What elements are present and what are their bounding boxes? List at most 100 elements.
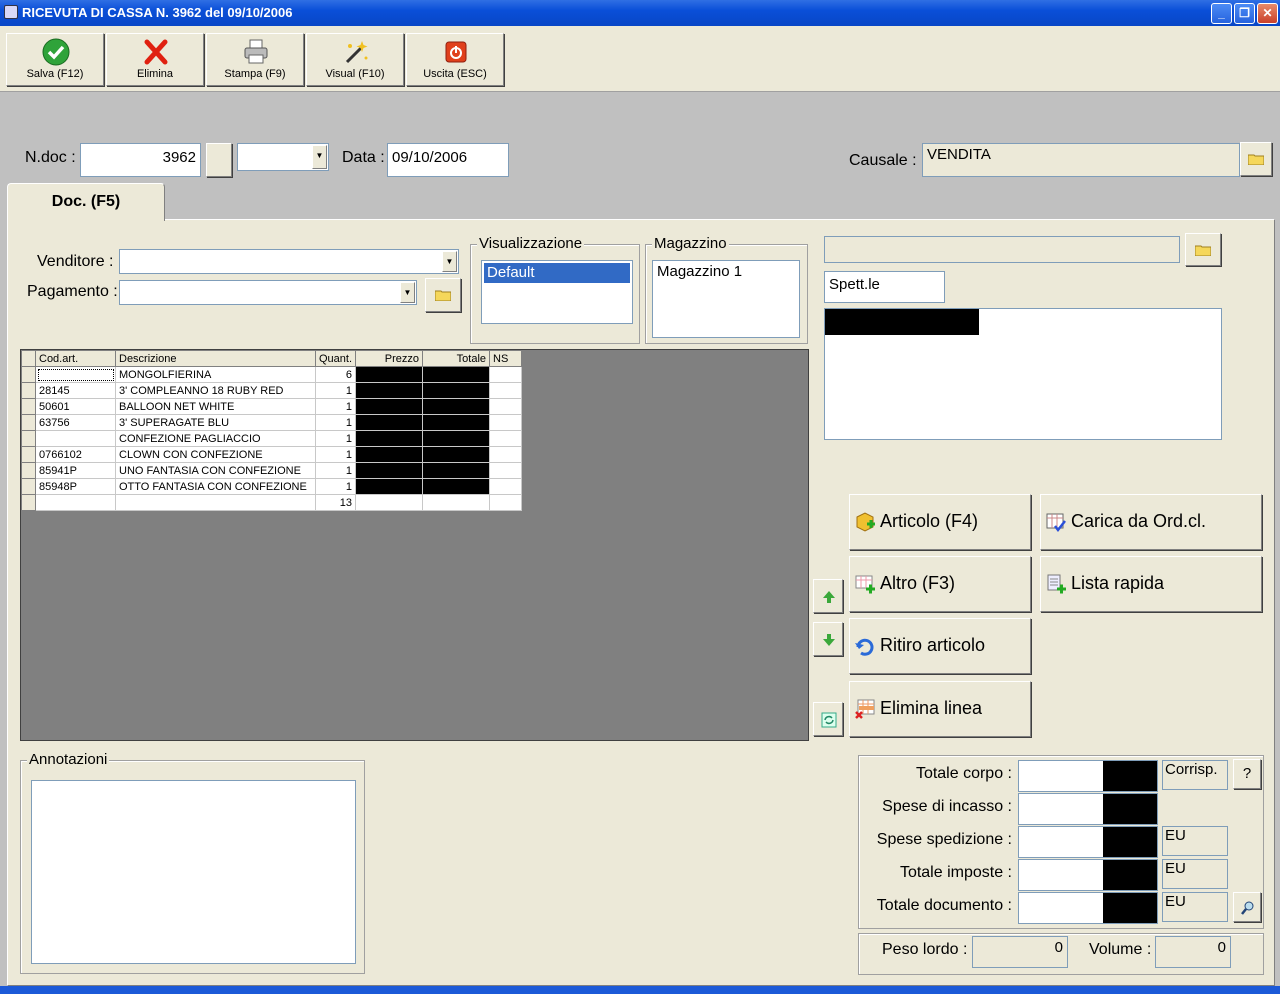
view-button[interactable]: Visual (F10) [306, 33, 404, 86]
ritiro-articolo-button[interactable]: Ritiro articolo [849, 618, 1031, 674]
chevron-down-icon[interactable]: ▼ [442, 251, 457, 272]
cell-ns[interactable] [489, 382, 523, 399]
move-up-button[interactable] [813, 579, 843, 613]
visualizzazione-list[interactable]: Default [481, 260, 633, 324]
cell-description[interactable]: BALLOON NET WHITE [115, 398, 316, 415]
cell-quantity[interactable]: 1 [314, 398, 357, 415]
cell-code[interactable]: 85948P [35, 478, 116, 495]
customer-address-field[interactable] [824, 308, 1222, 440]
date-field[interactable]: 09/10/2006 [387, 143, 509, 177]
help-button[interactable]: ? [1233, 759, 1261, 789]
cell-description[interactable]: CLOWN CON CONFEZIONE [115, 446, 316, 463]
cell-code[interactable]: 0766102 [35, 446, 116, 463]
articolo-button[interactable]: Articolo (F4) [849, 494, 1031, 550]
currency-field-3[interactable]: EU [1162, 892, 1228, 922]
lista-rapida-button[interactable]: Lista rapida [1040, 556, 1262, 612]
cell-description[interactable]: OTTO FANTASIA CON CONFEZIONE [115, 478, 316, 495]
move-down-button[interactable] [813, 622, 843, 656]
volume-field[interactable]: 0 [1155, 936, 1231, 968]
venditore-select[interactable]: ▼ [119, 249, 459, 274]
cell-code[interactable]: 50601 [35, 398, 116, 415]
table-row[interactable]: 0766102 CLOWN CON CONFEZIONE 1 [21, 446, 523, 463]
altro-button[interactable]: Altro (F3) [849, 556, 1031, 612]
col-ns[interactable]: NS [489, 350, 523, 367]
cell-ns[interactable] [489, 478, 523, 495]
row-indicator[interactable] [21, 382, 36, 399]
table-row[interactable]: 85948P OTTO FANTASIA CON CONFEZIONE 1 [21, 478, 523, 495]
row-indicator[interactable] [21, 366, 36, 383]
chevron-down-icon[interactable]: ▼ [312, 145, 327, 169]
totale-imposte-field[interactable] [1018, 859, 1158, 891]
chevron-down-icon[interactable]: ▼ [400, 282, 415, 303]
col-cod-art[interactable]: Cod.art. [35, 350, 116, 367]
minimize-button[interactable]: _ [1211, 3, 1232, 24]
restore-button[interactable]: ❐ [1234, 3, 1255, 24]
customer-code-field[interactable] [824, 236, 1180, 263]
cell-description[interactable]: 3' SUPERAGATE BLU [115, 414, 316, 431]
tab-doc[interactable]: Doc. (F5) [7, 183, 165, 221]
currency-field-1[interactable]: EU [1162, 826, 1228, 856]
table-row[interactable]: 63756 3' SUPERAGATE BLU 1 [21, 414, 523, 431]
causale-folder-button[interactable] [1240, 142, 1272, 176]
cell-code[interactable]: 85941P [35, 462, 116, 479]
cell-quantity[interactable]: 1 [314, 462, 357, 479]
pagamento-folder-button[interactable] [425, 278, 461, 312]
table-row[interactable]: 50601 BALLOON NET WHITE 1 [21, 398, 523, 415]
cell-code[interactable] [35, 366, 116, 383]
print-button[interactable]: Stampa (F9) [206, 33, 304, 86]
causale-field[interactable]: VENDITA [922, 143, 1240, 177]
refresh-button[interactable] [813, 702, 843, 736]
cell-quantity[interactable]: 1 [314, 478, 357, 495]
row-indicator[interactable] [21, 414, 36, 431]
row-indicator[interactable] [21, 398, 36, 415]
annotazioni-textarea[interactable] [31, 780, 356, 964]
exit-button[interactable]: Uscita (ESC) [406, 33, 504, 86]
col-quant[interactable]: Quant. [314, 350, 357, 367]
spett-field[interactable]: Spett.le [824, 271, 945, 303]
cell-description[interactable]: UNO FANTASIA CON CONFEZIONE [115, 462, 316, 479]
ndoc-lookup-button[interactable] [206, 143, 232, 177]
save-button[interactable]: Salva (F12) [6, 33, 104, 86]
currency-field-2[interactable]: EU [1162, 859, 1228, 889]
row-indicator[interactable] [21, 430, 36, 447]
col-totale[interactable]: Totale [422, 350, 491, 367]
visualizzazione-selected-item[interactable]: Default [484, 263, 630, 283]
series-select[interactable]: ▼ [237, 143, 329, 171]
magazzino-list[interactable]: Magazzino 1 [652, 260, 800, 338]
col-descrizione[interactable]: Descrizione [115, 350, 316, 367]
cell-quantity[interactable]: 1 [314, 446, 357, 463]
delete-button[interactable]: Elimina [106, 33, 204, 86]
peso-lordo-field[interactable]: 0 [972, 936, 1068, 968]
cell-ns[interactable] [489, 462, 523, 479]
carica-ordcl-button[interactable]: Carica da Ord.cl. [1040, 494, 1262, 550]
cell-description[interactable]: CONFEZIONE PAGLIACCIO [115, 430, 316, 447]
magazzino-item[interactable]: Magazzino 1 [657, 263, 795, 280]
cell-ns[interactable] [489, 430, 523, 447]
cell-ns[interactable] [489, 446, 523, 463]
spese-spedizione-field[interactable] [1018, 826, 1158, 858]
cell-description[interactable]: 3' COMPLEANNO 18 RUBY RED [115, 382, 316, 399]
cell-quantity[interactable]: 1 [314, 430, 357, 447]
cell-ns[interactable] [489, 366, 523, 383]
table-row[interactable]: 85941P UNO FANTASIA CON CONFEZIONE 1 [21, 462, 523, 479]
cell-code[interactable]: 28145 [35, 382, 116, 399]
customer-folder-button[interactable] [1185, 233, 1221, 266]
spese-incasso-field[interactable] [1018, 793, 1158, 825]
col-prezzo[interactable]: Prezzo [355, 350, 424, 367]
table-row[interactable]: CONFEZIONE PAGLIACCIO 1 [21, 430, 523, 447]
table-row[interactable]: MONGOLFIERINA 6 [21, 366, 523, 383]
row-indicator[interactable] [21, 462, 36, 479]
totale-documento-field[interactable] [1018, 892, 1158, 924]
table-row[interactable]: 28145 3' COMPLEANNO 18 RUBY RED 1 [21, 382, 523, 399]
close-button[interactable]: ✕ [1257, 3, 1278, 24]
zoom-button[interactable] [1233, 892, 1261, 922]
document-lines-grid[interactable]: Cod.art. Descrizione Quant. Prezzo Total… [20, 349, 809, 741]
row-indicator[interactable] [21, 478, 36, 495]
pagamento-select[interactable]: ▼ [119, 280, 417, 305]
ndoc-field[interactable]: 3962 [80, 143, 201, 177]
cell-ns[interactable] [489, 398, 523, 415]
cell-ns[interactable] [489, 414, 523, 431]
corrisp-field[interactable]: Corrisp. [1162, 760, 1228, 790]
cell-quantity[interactable]: 1 [314, 414, 357, 431]
cell-description[interactable]: MONGOLFIERINA [115, 366, 316, 383]
